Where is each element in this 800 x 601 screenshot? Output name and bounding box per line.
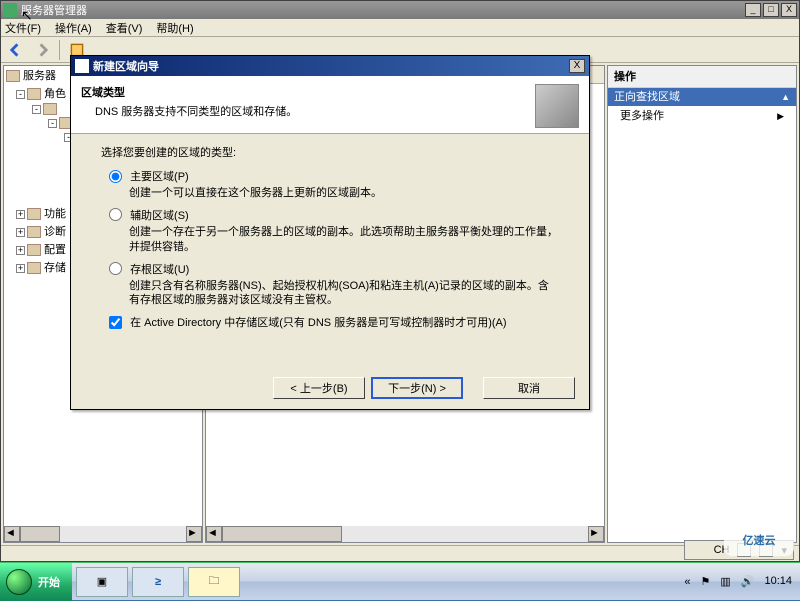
actions-more[interactable]: 更多操作 ▶ [608,106,796,126]
new-zone-wizard-dialog: 新建区域向导 X 区域类型 DNS 服务器支持不同类型的区域和存储。 选择您要创… [70,55,590,410]
taskbar-item-powershell[interactable]: ≥ [132,567,184,597]
folder-icon [43,103,57,115]
radio-stub-zone-label[interactable]: 存根区域(U) [130,264,189,276]
close-button[interactable]: X [781,3,797,17]
result-scrollbar[interactable]: ◄► [206,526,604,542]
next-button[interactable]: 下一步(N) > [371,377,463,399]
tree-storage[interactable]: 存储 [44,262,66,274]
tree-root[interactable]: 服务器 [23,70,56,82]
radio-primary-zone-label[interactable]: 主要区域(P) [130,171,189,183]
start-orb-icon [6,569,32,595]
start-button[interactable]: 开始 [0,563,72,601]
wizard-body: 选择您要创建的区域的类型: 主要区域(P) 创建一个可以直接在这个服务器上更新的… [71,134,589,336]
primary-zone-desc: 创建一个可以直接在这个服务器上更新的区域副本。 [129,186,559,201]
wizard-banner-image [535,84,579,128]
folder-icon [27,244,41,256]
menu-help[interactable]: 帮助(H) [156,20,193,36]
stub-zone-desc: 创建只含有名称服务器(NS)、起始授权机构(SOA)和粘连主机(A)记录的区域的… [129,279,559,309]
powershell-icon: ≥ [155,576,161,588]
watermark: 亿速云 [724,524,794,556]
menu-action[interactable]: 操作(A) [55,20,92,36]
nav-forward-button[interactable] [31,39,53,61]
tray-chevron-icon[interactable]: « [684,576,690,588]
wizard-close-button[interactable]: X [569,59,585,73]
wizard-prompt: 选择您要创建的区域的类型: [101,144,559,160]
taskbar-item-server-manager[interactable]: ▣ [76,567,128,597]
expand-icon[interactable]: + [16,228,25,237]
chevron-up-icon: ▲ [781,88,790,106]
explorer-icon: 🗀 [209,572,220,591]
radio-secondary-zone[interactable] [109,208,122,221]
radio-stub-zone[interactable] [109,262,122,275]
mmc-titlebar[interactable]: 服务器管理器 _ □ X [1,1,799,19]
back-button[interactable]: < 上一步(B) [273,377,365,399]
clock-time: 10:14 [764,575,792,587]
actions-title: 操作 [608,66,796,88]
actions-selected-label: 正向查找区域 [614,88,680,106]
tree-roles[interactable]: 角色 [44,88,66,100]
actions-pane: 操作 正向查找区域 ▲ 更多操作 ▶ [607,65,797,543]
chevron-right-icon: ▶ [777,106,784,126]
tree-features[interactable]: 功能 [44,208,66,220]
tree-scrollbar[interactable]: ◄► [4,526,202,542]
radio-primary-zone[interactable] [109,170,122,183]
checkbox-store-in-ad[interactable] [109,316,122,329]
tree-diagnostics[interactable]: 诊断 [44,226,66,238]
wizard-title-text: 新建区域向导 [93,58,569,74]
folder-icon [27,226,41,238]
taskbar-item-explorer[interactable]: 🗀 [188,567,240,597]
tray-clock[interactable]: 10:14 [764,575,792,587]
actions-more-label: 更多操作 [620,106,664,126]
folder-icon [27,208,41,220]
menu-view[interactable]: 查看(V) [106,20,143,36]
app-icon [3,3,17,17]
menu-file[interactable]: 文件(F) [5,20,41,36]
taskbar: 开始 ▣ ≥ 🗀 « ⚑ ▥ 🔊 10:14 [0,562,800,600]
server-icon [6,70,20,82]
wizard-icon [75,59,89,73]
system-tray[interactable]: « ⚑ ▥ 🔊 10:14 [676,575,800,588]
wizard-buttons: < 上一步(B) 下一步(N) > 取消 [273,377,575,399]
checkbox-store-in-ad-label[interactable]: 在 Active Directory 中存储区域(只有 DNS 服务器是可写域控… [130,317,506,329]
tree-configuration[interactable]: 配置 [44,244,66,256]
tray-flag-icon[interactable]: ⚑ [700,575,710,588]
wizard-header-sub: DNS 服务器支持不同类型的区域和存储。 [81,103,535,119]
wizard-header-title: 区域类型 [81,84,535,100]
watermark-text: 亿速云 [743,532,776,548]
wizard-titlebar[interactable]: 新建区域向导 X [71,56,589,76]
secondary-zone-desc: 创建一个存在于另一个服务器上的区域的副本。此选项帮助主服务器平衡处理的工作量，并… [129,225,559,255]
statusbar [1,545,799,561]
start-label: 开始 [38,574,60,590]
expand-icon[interactable]: - [48,119,57,128]
window-title: 服务器管理器 [21,2,743,18]
folder-icon [27,262,41,274]
tray-volume-icon[interactable]: 🔊 [741,575,755,588]
expand-icon[interactable]: + [16,246,25,255]
actions-selected[interactable]: 正向查找区域 ▲ [608,88,796,106]
folder-icon [27,88,41,100]
wizard-header: 区域类型 DNS 服务器支持不同类型的区域和存储。 [71,76,589,134]
server-manager-icon: ▣ [97,575,107,588]
expand-icon[interactable]: - [16,90,25,99]
minimize-button[interactable]: _ [745,3,761,17]
expand-icon[interactable]: + [16,210,25,219]
expand-icon[interactable]: + [16,264,25,273]
toolbar-separator [59,40,60,60]
cancel-button[interactable]: 取消 [483,377,575,399]
tray-network-icon[interactable]: ▥ [720,575,730,588]
expand-icon[interactable]: - [32,105,41,114]
menubar: 文件(F) 操作(A) 查看(V) 帮助(H) [1,19,799,37]
nav-back-button[interactable] [5,39,27,61]
radio-secondary-zone-label[interactable]: 辅助区域(S) [130,210,189,222]
maximize-button[interactable]: □ [763,3,779,17]
